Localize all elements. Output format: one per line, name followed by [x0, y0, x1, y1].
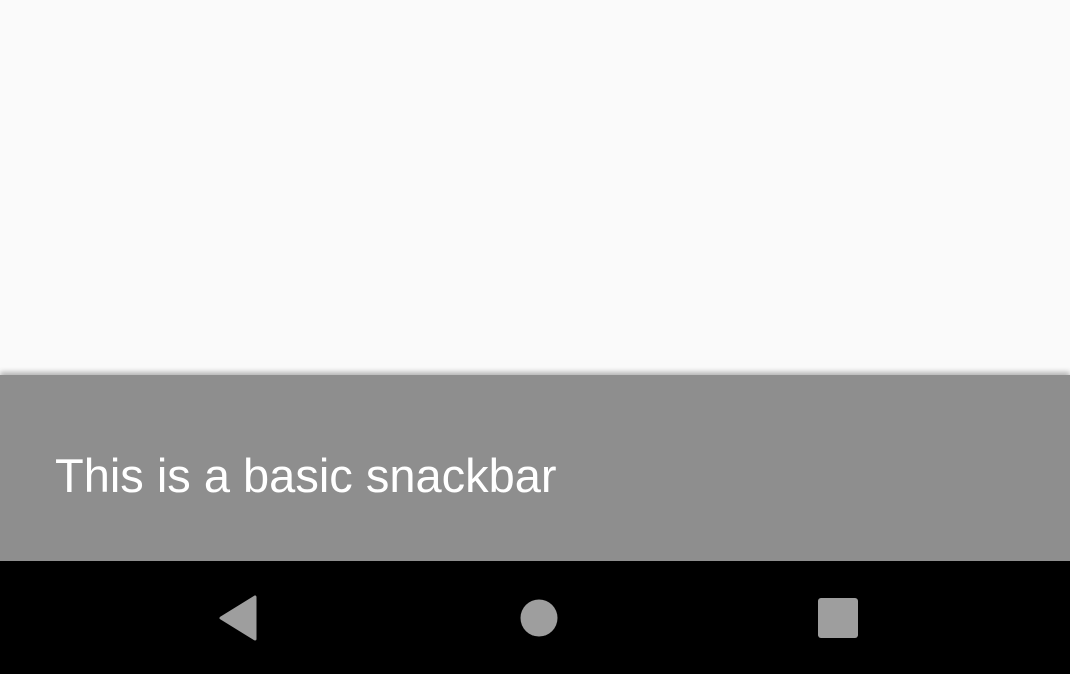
snackbar-message: This is a basic snackbar — [55, 449, 557, 502]
app-screen: This is a basic snackbar — [0, 0, 1070, 674]
home-button[interactable] — [479, 561, 599, 674]
recents-square-icon — [817, 597, 859, 639]
back-button[interactable] — [179, 561, 299, 674]
back-triangle-icon — [219, 595, 259, 641]
system-navigation-bar — [0, 561, 1070, 674]
recents-button[interactable] — [778, 561, 898, 674]
home-circle-icon — [519, 598, 559, 638]
snackbar: This is a basic snackbar — [0, 375, 1070, 561]
app-content-area — [0, 0, 1070, 375]
